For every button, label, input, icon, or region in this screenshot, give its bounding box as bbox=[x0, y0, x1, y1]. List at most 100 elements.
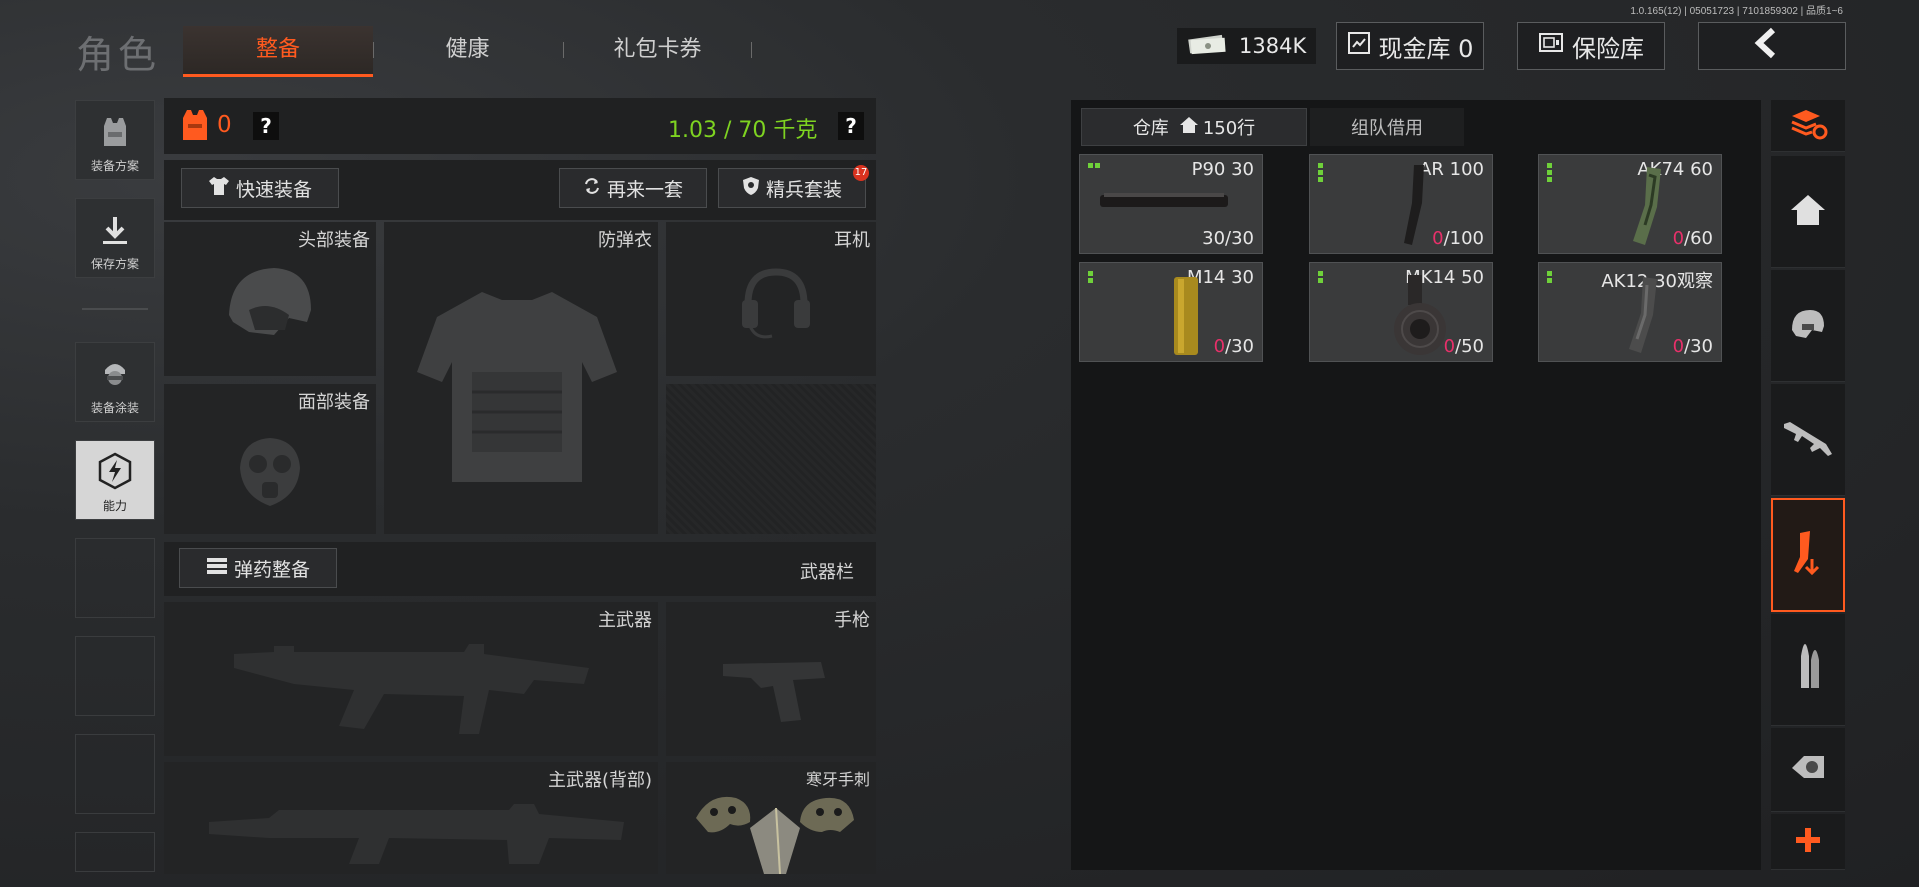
nav-empty-slot bbox=[75, 636, 155, 716]
ak12-magazine-icon bbox=[1627, 275, 1661, 359]
list-item-mk14[interactable]: MK14 50 0/50 bbox=[1309, 262, 1493, 362]
tab-gift-coupons[interactable]: 礼包卡券 bbox=[590, 26, 725, 74]
item-count: 0/30 bbox=[1213, 336, 1254, 357]
slot-head-label: 头部装备 bbox=[298, 230, 370, 251]
list-item-ar100[interactable]: AR 100 0/100 bbox=[1309, 154, 1493, 254]
tab-separator bbox=[373, 42, 374, 58]
slot-face-label: 面部装备 bbox=[298, 392, 370, 413]
tab-team-borrow[interactable]: 组队借用 bbox=[1310, 108, 1464, 146]
safe-icon bbox=[1538, 31, 1572, 61]
tab-storage-count: 150行 bbox=[1202, 118, 1256, 139]
nav-equip-plan[interactable]: 装备方案 bbox=[75, 100, 155, 180]
stack-refresh-button[interactable] bbox=[1771, 100, 1845, 152]
nav-label: 装备涂装 bbox=[90, 401, 139, 415]
ammo-equip-button[interactable]: 弹药整备 bbox=[179, 548, 337, 588]
again-set-button[interactable]: 再来一套 bbox=[559, 168, 707, 208]
cash-vault-button[interactable]: 现金库 0 bbox=[1336, 22, 1484, 70]
helmet-icon bbox=[1788, 306, 1828, 346]
scope-icon bbox=[1788, 750, 1828, 790]
rifle-back-silhouette-icon bbox=[209, 804, 629, 878]
nav-divider bbox=[82, 308, 148, 310]
magazine-icon bbox=[1790, 529, 1826, 581]
slot-face[interactable]: 面部装备 bbox=[164, 384, 376, 534]
list-item-ak74[interactable]: AK74 60 0/60 bbox=[1538, 154, 1722, 254]
m14-magazine-icon bbox=[1172, 275, 1202, 361]
gas-mask-icon bbox=[234, 434, 306, 514]
safe-button[interactable]: 保险库 bbox=[1517, 22, 1665, 70]
item-count: 30/30 bbox=[1202, 228, 1254, 249]
nav-equip-skin[interactable]: 装备涂装 bbox=[75, 342, 155, 422]
cash-vault-icon bbox=[1347, 31, 1379, 61]
cash-icon bbox=[1187, 33, 1227, 60]
weapon-bar-label: 武器栏 bbox=[800, 562, 854, 583]
vest-armor-icon bbox=[412, 282, 622, 496]
slot-earphone[interactable]: 耳机 bbox=[666, 222, 876, 376]
rifle-icon bbox=[1782, 418, 1834, 462]
tab-storage[interactable]: 仓库 150行 bbox=[1081, 108, 1307, 146]
nav-ability[interactable]: 能力 bbox=[75, 440, 155, 520]
ammo-equip-label: 弹药整备 bbox=[233, 558, 310, 581]
again-set-label: 再来一套 bbox=[606, 178, 683, 201]
tab-health[interactable]: 健康 bbox=[400, 26, 535, 74]
nav-empty-slot bbox=[75, 832, 155, 872]
quality-indicator bbox=[1088, 163, 1100, 168]
slot-pistol-label: 手枪 bbox=[834, 610, 870, 631]
weight-help-icon[interactable]: ? bbox=[838, 112, 864, 140]
category-rifle[interactable] bbox=[1771, 384, 1845, 496]
category-helmet[interactable] bbox=[1771, 270, 1845, 382]
quality-indicator bbox=[1318, 163, 1323, 182]
slot-primary-weapon[interactable]: 主武器 bbox=[164, 602, 658, 756]
armor-value: 0 bbox=[217, 112, 232, 138]
slot-head[interactable]: 头部装备 bbox=[164, 222, 376, 376]
armor-help-icon[interactable]: ? bbox=[253, 112, 279, 140]
slot-pistol[interactable]: 手枪 bbox=[666, 602, 876, 756]
pistol-silhouette-icon bbox=[721, 654, 831, 728]
slot-vest-label: 防弹衣 bbox=[598, 230, 652, 251]
money-amount: 1384K bbox=[1239, 34, 1307, 58]
refresh-icon bbox=[583, 177, 607, 200]
helmet-icon bbox=[219, 260, 319, 354]
quality-indicator bbox=[1547, 163, 1552, 182]
slot-melee[interactable]: 寒牙手刺 bbox=[666, 762, 876, 875]
nav-empty-slot bbox=[75, 538, 155, 618]
tab-storage-label: 仓库 bbox=[1132, 118, 1169, 139]
ability-icon bbox=[97, 452, 133, 497]
nav-empty-slot bbox=[75, 734, 155, 814]
tab-equip[interactable]: 整备 bbox=[183, 26, 373, 77]
ak74-magazine-icon bbox=[1631, 165, 1665, 251]
category-magazine[interactable] bbox=[1771, 498, 1845, 612]
slot-empty bbox=[666, 384, 876, 534]
item-name: P90 30 bbox=[1191, 159, 1254, 180]
version-info: 1.0.165(12) | 05051723 | 7101859302 | 品质… bbox=[1630, 6, 1843, 17]
shield-icon bbox=[742, 176, 766, 201]
add-category-button[interactable] bbox=[1771, 814, 1845, 870]
stack-refresh-icon bbox=[1788, 108, 1828, 144]
category-bullet[interactable] bbox=[1771, 614, 1845, 726]
elite-set-label: 精兵套装 bbox=[765, 178, 842, 201]
download-icon bbox=[98, 214, 132, 255]
elite-set-badge: 17 bbox=[853, 165, 869, 181]
money-display: 1384K bbox=[1177, 28, 1317, 64]
item-count: 0/100 bbox=[1432, 228, 1484, 249]
slot-melee-label: 寒牙手刺 bbox=[805, 770, 870, 789]
quick-equip-button[interactable]: 快速装备 bbox=[181, 168, 339, 208]
shirt-icon bbox=[208, 176, 236, 201]
back-button[interactable] bbox=[1698, 22, 1846, 70]
ammo-list-icon bbox=[206, 556, 234, 581]
slot-vest[interactable]: 防弹衣 bbox=[384, 222, 658, 534]
list-item-m14[interactable]: M14 30 0/30 bbox=[1079, 262, 1263, 362]
nav-save-plan[interactable]: 保存方案 bbox=[75, 198, 155, 278]
page-title: 角色 bbox=[76, 33, 161, 77]
list-item-ak12[interactable]: AK12 30观察 0/30 bbox=[1538, 262, 1722, 362]
elite-set-button[interactable]: 精兵套装 bbox=[718, 168, 866, 208]
category-scope[interactable] bbox=[1771, 728, 1845, 812]
tab-separator bbox=[751, 42, 752, 58]
nav-label: 保存方案 bbox=[90, 257, 139, 271]
item-count: 0/50 bbox=[1443, 336, 1484, 357]
plus-icon bbox=[1794, 826, 1822, 858]
armor-icon bbox=[181, 108, 209, 146]
headset-icon bbox=[736, 264, 816, 348]
list-item-p90[interactable]: P90 30 30/30 bbox=[1079, 154, 1263, 254]
category-home[interactable] bbox=[1771, 156, 1845, 268]
slot-primary-back-weapon[interactable]: 主武器(背部) bbox=[164, 762, 658, 874]
